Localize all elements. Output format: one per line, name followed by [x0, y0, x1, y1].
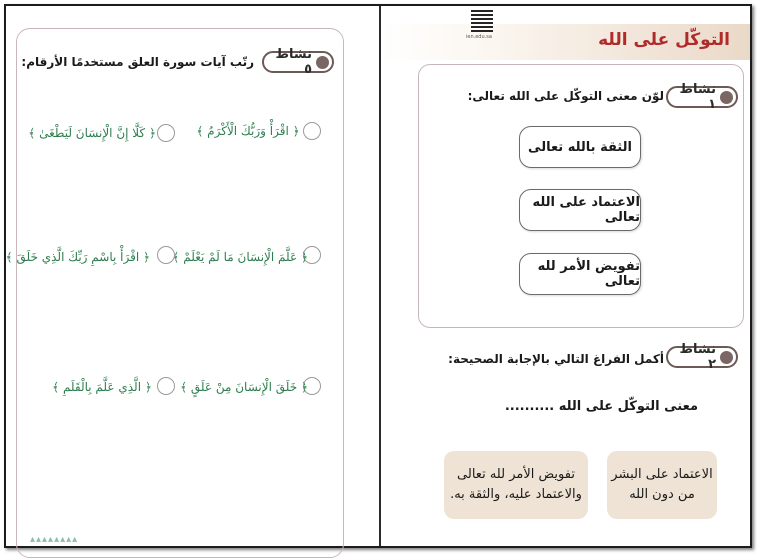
answer-correct-line2: والاعتماد عليه، والثقة به. — [450, 487, 582, 502]
badge-dot-icon — [720, 351, 733, 364]
qr-caption: ien.edu.sa — [466, 34, 492, 40]
activity5-badge-label: نشاط ٥ — [275, 47, 313, 77]
page-divider — [379, 6, 381, 546]
activity2-instruction: أكمل الفراغ التالي بالإجابة الصحيحة: — [448, 352, 664, 366]
qr-code-icon — [471, 10, 493, 32]
activity1-badge: نشاط ١ — [666, 82, 738, 112]
verse-1: ﴿ اقْرَأْ وَرَبُّكَ الْأَكْرَمُ ﴾ — [196, 124, 300, 138]
activity5-card — [16, 28, 344, 558]
option-delegation[interactable]: تفويض الأمر لله تعالى — [519, 253, 641, 295]
fill-blank-stem: معنى التوكّل على الله .......... — [504, 399, 698, 414]
order-circle-4[interactable] — [157, 246, 175, 264]
order-circle-2[interactable] — [157, 124, 175, 142]
verse-5: ﴿ خَلَقَ الْإِنسَانَ مِنْ عَلَقٍ ﴾ — [180, 380, 308, 394]
verse-6: ﴿ الَّذِي عَلَّمَ بِالْقَلَمِ ﴾ — [52, 380, 152, 394]
activity1-instruction: لوّن معنى التوكّل على الله تعالى: — [467, 89, 664, 103]
badge-dot-icon — [316, 56, 329, 69]
answer-wrong-line2: من دون الله — [629, 487, 695, 502]
verse-3: ﴿ عَلَّمَ الْإِنسَانَ مَا لَمْ يَعْلَمْ … — [172, 250, 308, 264]
activity5-instruction: رتّب آيات سورة العلق مستخدمًا الأرقام: — [21, 55, 254, 69]
activity2-badge: نشاط ٢ — [666, 342, 738, 372]
answer-card-correct[interactable]: تفويض الأمر لله تعالى والاعتماد عليه، وا… — [444, 451, 588, 519]
answer-correct-line1: تفويض الأمر لله تعالى — [457, 467, 575, 482]
lesson-title: التوكّل على الله — [598, 30, 730, 50]
activity1-badge-label: نشاط ١ — [679, 82, 717, 112]
verse-2: ﴿ كَلَّا إِنَّ الْإِنسَانَ لَيَطْغَىٰ ﴾ — [28, 126, 156, 140]
footer-ornament-icon: ▴▴▴▴▴▴▴▴ — [30, 534, 79, 545]
verse-4: ﴿ اقْرَأْ بِاسْمِ رَبِّكَ الَّذِي خَلَقَ… — [5, 250, 150, 264]
answer-wrong-line1: الاعتماد على البشر — [611, 467, 713, 482]
activity5-badge: نشاط ٥ — [262, 47, 334, 77]
option-reliance[interactable]: الاعتماد على الله تعالى — [519, 189, 641, 231]
activity2-badge-label: نشاط ٢ — [679, 342, 717, 372]
answer-card-wrong[interactable]: الاعتماد على البشر من دون الله — [607, 451, 717, 519]
option-trust[interactable]: الثقة بالله تعالى — [519, 126, 641, 168]
badge-dot-icon — [720, 91, 733, 104]
